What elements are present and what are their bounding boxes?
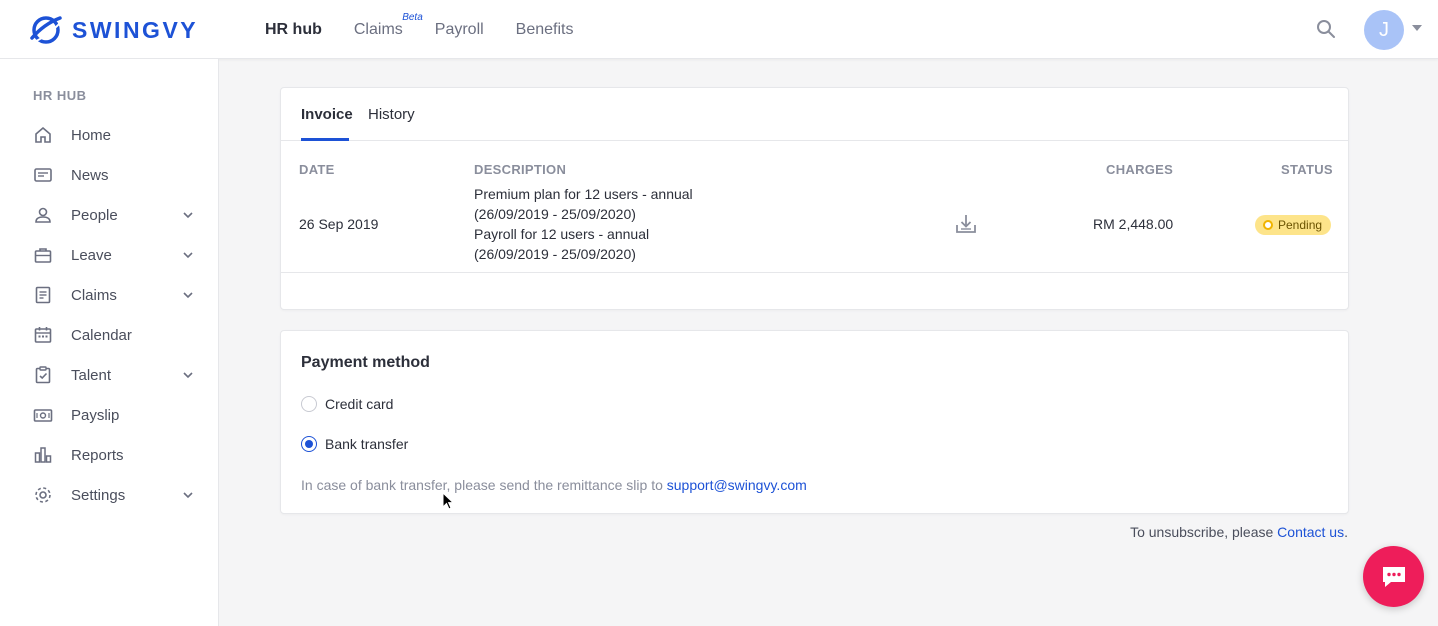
sidebar-item-claims[interactable]: Claims	[0, 275, 219, 315]
user-avatar[interactable]: J	[1364, 10, 1404, 50]
sidebar-item-payslip[interactable]: Payslip	[0, 395, 219, 435]
contact-us-link[interactable]: Contact us	[1277, 524, 1344, 540]
person-icon	[35, 207, 51, 223]
sidebar-item-people[interactable]: People	[0, 195, 219, 235]
payment-method-title: Payment method	[301, 354, 430, 371]
invoice-charges: RM 2,448.00	[1093, 216, 1174, 232]
sidebar-item-calendar[interactable]: Calendar	[0, 315, 219, 355]
sidebar-item-label: Payslip	[71, 406, 120, 424]
tab-invoice[interactable]: Invoice	[301, 106, 353, 123]
radio-button-selected[interactable]	[301, 436, 317, 452]
chevron-down-icon[interactable]	[181, 288, 195, 302]
brand-name: SWINGVY	[72, 16, 199, 43]
chevron-down-icon[interactable]	[181, 248, 195, 262]
sidebar-item-reports[interactable]: Reports	[0, 435, 219, 475]
radio-credit-card[interactable]: Credit card	[301, 396, 393, 412]
sidebar-item-label: Talent	[71, 366, 112, 384]
brand-logo[interactable]: SWINGVY	[28, 12, 198, 48]
chat-button[interactable]	[1363, 546, 1424, 607]
sidebar-item-label: Home	[71, 126, 112, 144]
sidebar-item-leave[interactable]: Leave	[0, 235, 219, 275]
chat-bubble-icon	[1382, 566, 1405, 587]
sidebar-item-settings[interactable]: Settings	[0, 475, 219, 515]
briefcase-icon	[34, 248, 52, 263]
active-tab-indicator	[301, 138, 349, 141]
top-navigation: HR hub Claims Beta Payroll Benefits	[265, 0, 605, 59]
sidebar-item-label: Leave	[71, 246, 112, 264]
nav-claims-label: Claims	[353, 20, 403, 38]
tab-history[interactable]: History	[368, 106, 415, 123]
sidebar-item-label: Claims	[71, 286, 117, 304]
top-bar: SWINGVY HR hub Claims Beta Payroll Benefi…	[0, 0, 1438, 59]
support-email-link[interactable]: support@swingvy.com	[667, 477, 807, 493]
description-line: (26/09/2019 - 25/09/2020)	[474, 246, 636, 262]
sidebar-item-label: Reports	[71, 446, 124, 464]
description-line: Payroll for 12 users - annual	[474, 226, 650, 242]
mouse-cursor-icon	[442, 492, 454, 510]
sidebar-item-home[interactable]: Home	[0, 115, 219, 155]
column-header-date: DATE	[299, 162, 335, 177]
radio-label: Bank transfer	[325, 436, 409, 452]
nav-hr-hub[interactable]: HR hub	[265, 21, 322, 39]
nav-benefits[interactable]: Benefits	[516, 21, 574, 39]
status-text: Pending	[1278, 218, 1323, 232]
news-icon	[34, 168, 52, 182]
description-line: (26/09/2019 - 25/09/2020)	[474, 206, 636, 222]
description-line: Premium plan for 12 users - annual	[474, 186, 693, 202]
caret-down-icon[interactable]	[1412, 25, 1422, 31]
calendar-icon	[34, 327, 52, 343]
divider	[281, 272, 1348, 273]
beta-badge: Beta	[402, 11, 423, 23]
sidebar-heading: HR HUB	[33, 88, 87, 103]
document-icon	[35, 286, 51, 304]
sidebar-item-label: People	[71, 206, 118, 224]
column-header-charges: CHARGES	[1106, 162, 1174, 177]
bank-transfer-note: In case of bank transfer, please send th…	[301, 477, 807, 493]
swingvy-logo-icon	[30, 16, 62, 44]
search-icon[interactable]	[1316, 19, 1336, 39]
note-text: In case of bank transfer, please send th…	[301, 477, 667, 493]
footer-suffix: .	[1344, 524, 1348, 540]
chevron-down-icon[interactable]	[181, 488, 195, 502]
radio-bank-transfer[interactable]: Bank transfer	[301, 436, 408, 452]
column-header-description: DESCRIPTION	[474, 162, 567, 177]
sidebar: HR HUB Home News People Leave Claims Cal…	[0, 59, 219, 626]
footer-text: To unsubscribe, please	[1130, 524, 1278, 540]
radio-label: Credit card	[325, 396, 394, 412]
unsubscribe-footer: To unsubscribe, please Contact us.	[1130, 524, 1348, 540]
money-icon	[33, 409, 53, 422]
nav-payroll[interactable]: Payroll	[435, 21, 484, 39]
radio-button[interactable]	[301, 396, 317, 412]
gear-icon	[35, 487, 51, 503]
sidebar-item-label: News	[71, 166, 109, 184]
pending-dot-icon	[1263, 220, 1273, 230]
bar-chart-icon	[34, 447, 52, 463]
sidebar-item-label: Settings	[71, 486, 126, 504]
invoice-tabs: Invoice History	[281, 88, 1348, 141]
payment-method-card: Payment method Credit card Bank transfer…	[280, 330, 1349, 514]
sidebar-item-label: Calendar	[71, 326, 132, 344]
invoice-description: Premium plan for 12 users - annual (26/0…	[474, 184, 693, 264]
sidebar-item-talent[interactable]: Talent	[0, 355, 219, 395]
column-header-status: STATUS	[1281, 162, 1333, 177]
invoice-date: 26 Sep 2019	[299, 216, 379, 232]
sidebar-item-news[interactable]: News	[0, 155, 219, 195]
clipboard-icon	[35, 366, 51, 384]
home-icon	[35, 126, 51, 143]
chevron-down-icon[interactable]	[181, 368, 195, 382]
nav-claims[interactable]: Claims Beta	[353, 12, 423, 39]
download-icon[interactable]	[955, 213, 977, 235]
chevron-down-icon[interactable]	[181, 208, 195, 222]
status-badge: Pending	[1255, 215, 1332, 235]
invoice-card: Invoice History DATE DESCRIPTION CHARGES…	[280, 87, 1349, 310]
